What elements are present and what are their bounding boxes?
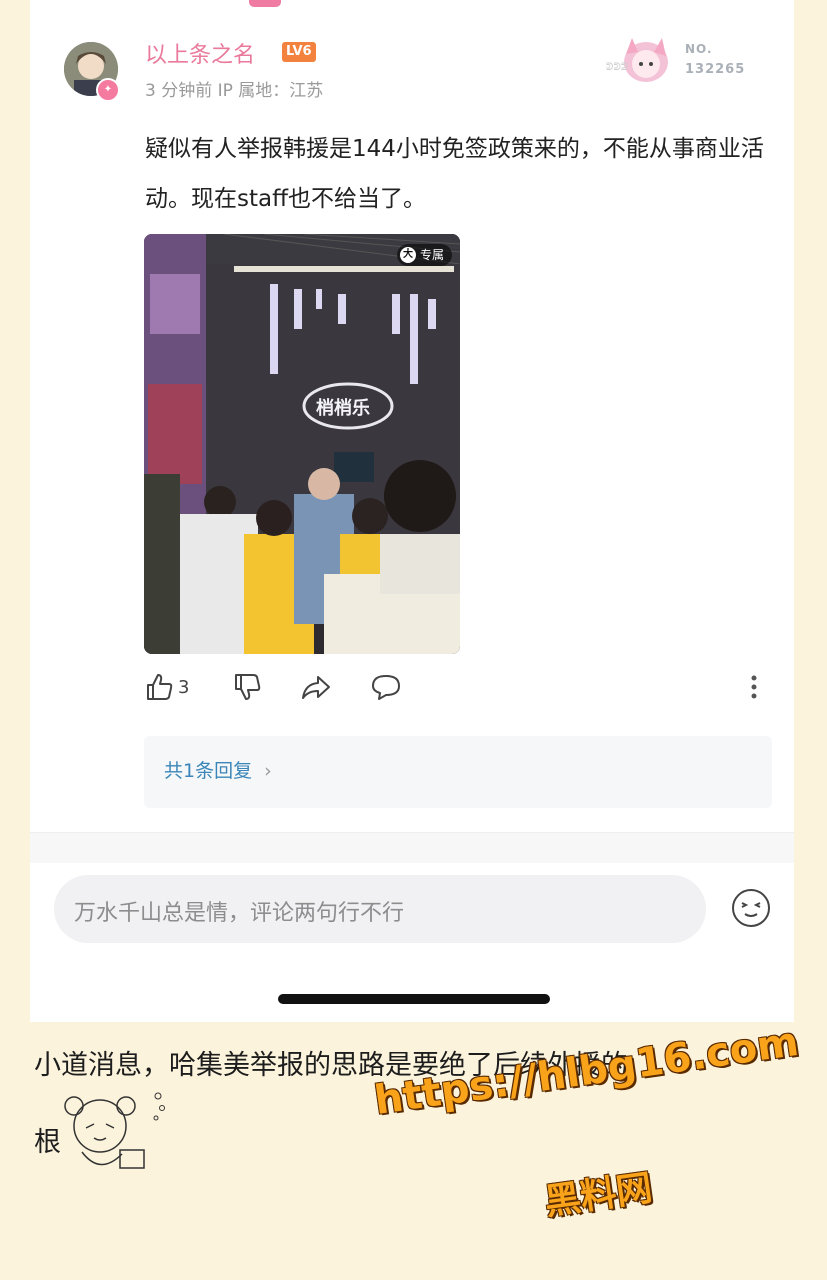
exclusive-tag-icon: 大 bbox=[399, 247, 416, 263]
emoji-button[interactable] bbox=[730, 887, 772, 933]
home-indicator bbox=[278, 994, 550, 1004]
more-vertical-icon bbox=[751, 675, 757, 699]
level-badge: LV6 bbox=[282, 42, 316, 62]
anime-girl-sticker-icon: ᕲᕲᕲ bbox=[606, 38, 668, 82]
view-replies-link[interactable]: 共1条回复 › bbox=[164, 756, 272, 783]
svg-text:梢梢乐: 梢梢乐 bbox=[316, 397, 370, 419]
share-arrow-icon bbox=[302, 676, 330, 699]
thumbs-down-icon bbox=[235, 674, 261, 700]
chibi-sketch-icon bbox=[64, 1092, 165, 1169]
post-screen: ✦ 以上条之名 LV6 3 分钟前 IP 属地：江苏 ᕲᕲᕲ NO. 13226… bbox=[30, 0, 794, 1022]
collector-number-label: NO. bbox=[685, 42, 713, 56]
like-button[interactable]: 3 bbox=[144, 672, 189, 702]
watermark-name: 黑料网 bbox=[542, 1167, 655, 1224]
caption-line-2: 根 bbox=[34, 1127, 61, 1158]
comment-input[interactable]: 万水千山总是情，评论两句行不行 bbox=[54, 875, 706, 943]
avatar-badge-icon: ✦ bbox=[96, 78, 120, 102]
collector-number: 132265 bbox=[685, 62, 746, 77]
watermark-url: https://hlbg16.com bbox=[371, 1018, 802, 1124]
exclusive-tag-label: 专属 bbox=[419, 248, 444, 262]
comment-button[interactable] bbox=[370, 672, 402, 702]
booth-photo: 梢梢乐 bbox=[144, 234, 460, 654]
username[interactable]: 以上条之名 bbox=[145, 37, 255, 69]
post-image[interactable]: 梢梢乐 大 专属 bbox=[144, 234, 460, 654]
thumbs-up-icon bbox=[147, 674, 173, 700]
post-meta: 3 分钟前 IP 属地：江苏 bbox=[145, 81, 324, 101]
post-actions: 3 bbox=[144, 672, 764, 712]
top-handle bbox=[249, 0, 281, 7]
comment-placeholder: 万水千山总是情，评论两句行不行 bbox=[74, 901, 405, 926]
dislike-button[interactable] bbox=[232, 672, 262, 702]
speech-bubble-icon bbox=[372, 675, 400, 700]
emoji-face-icon bbox=[732, 889, 770, 927]
svg-text:ᕲᕲᕲ: ᕲᕲᕲ bbox=[606, 62, 628, 73]
like-count: 3 bbox=[178, 676, 190, 698]
view-replies-label: 共1条回复 bbox=[164, 760, 253, 782]
exclusive-tag: 大 专属 bbox=[396, 244, 452, 266]
reply-summary[interactable]: 共1条回复 › bbox=[144, 736, 772, 808]
chevron-right-icon: › bbox=[258, 760, 272, 782]
post-body: 疑似有人举报韩援是144小时免签政策来的，不能从事商业活动。现在staff也不给… bbox=[145, 136, 764, 212]
section-divider bbox=[30, 832, 794, 863]
share-button[interactable] bbox=[300, 672, 332, 702]
more-button[interactable] bbox=[748, 672, 760, 702]
